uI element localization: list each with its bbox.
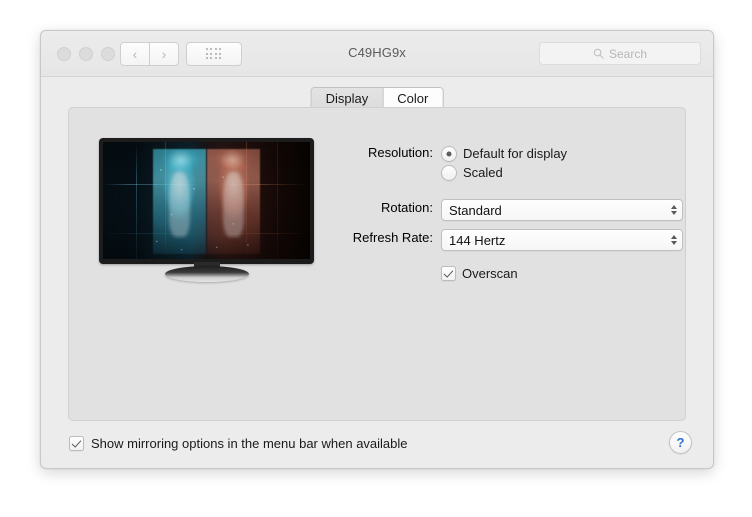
rotation-field: Standard [433,199,683,221]
display-form: Resolution: Default for display Scaled R… [337,144,683,289]
radio-label: Default for display [463,146,568,161]
search-inner: Search [593,47,647,61]
mirroring-label: Show mirroring options in the menu bar w… [91,436,408,451]
wallpaper-vignette [103,142,310,259]
monitor-screen [103,142,310,259]
radio-icon-selected[interactable] [441,145,457,162]
search-input[interactable]: Search [539,42,701,65]
radio-scaled[interactable]: Scaled [441,163,667,182]
window-titlebar: ‹ › C49HG9x Search [41,31,713,77]
monitor-preview [99,138,314,288]
resolution-row: Resolution: Default for display Scaled [337,144,667,182]
display-settings-panel: Resolution: Default for display Scaled R… [68,107,686,421]
tab-bar: Display Color [41,77,713,111]
search-placeholder: Search [608,46,648,61]
refresh-rate-value: 144 Hertz [449,232,506,248]
overscan-label: Overscan [462,266,518,281]
overscan-checkbox[interactable]: Overscan [441,266,667,281]
overscan-spacer-label [337,266,433,267]
resolution-label: Resolution: [367,145,433,160]
search-icon [593,48,604,59]
rotation-value: Standard [449,202,502,218]
display-preferences-window: ‹ › C49HG9x Search Display Color Resolut… [40,30,714,469]
monitor-stand [164,266,249,282]
refresh-rate-select[interactable]: 144 Hertz [441,229,683,251]
chevron-updown-icon [671,205,677,215]
rotation-label: Rotation: [380,200,433,215]
chevron-updown-icon [671,235,677,245]
checkbox-icon-checked[interactable] [441,266,456,281]
rotation-row: Rotation: Standard [337,199,683,221]
help-button[interactable]: ? [669,431,692,454]
resolution-options: Default for display Scaled [433,144,667,182]
refresh-rate-field: 144 Hertz [433,229,683,251]
monitor-bezel [99,138,314,264]
checkbox-icon-checked[interactable] [69,436,84,451]
mirroring-checkbox[interactable]: Show mirroring options in the menu bar w… [69,436,408,451]
rotation-select[interactable]: Standard [441,199,683,221]
radio-default-for-display[interactable]: Default for display [441,144,667,163]
radio-label: Scaled [463,165,503,180]
refresh-rate-label: Refresh Rate: [352,230,433,245]
radio-icon[interactable] [441,164,457,181]
overscan-row: Overscan [337,266,667,281]
overscan-field: Overscan [433,266,667,281]
refresh-rate-row: Refresh Rate: 144 Hertz [337,229,683,251]
